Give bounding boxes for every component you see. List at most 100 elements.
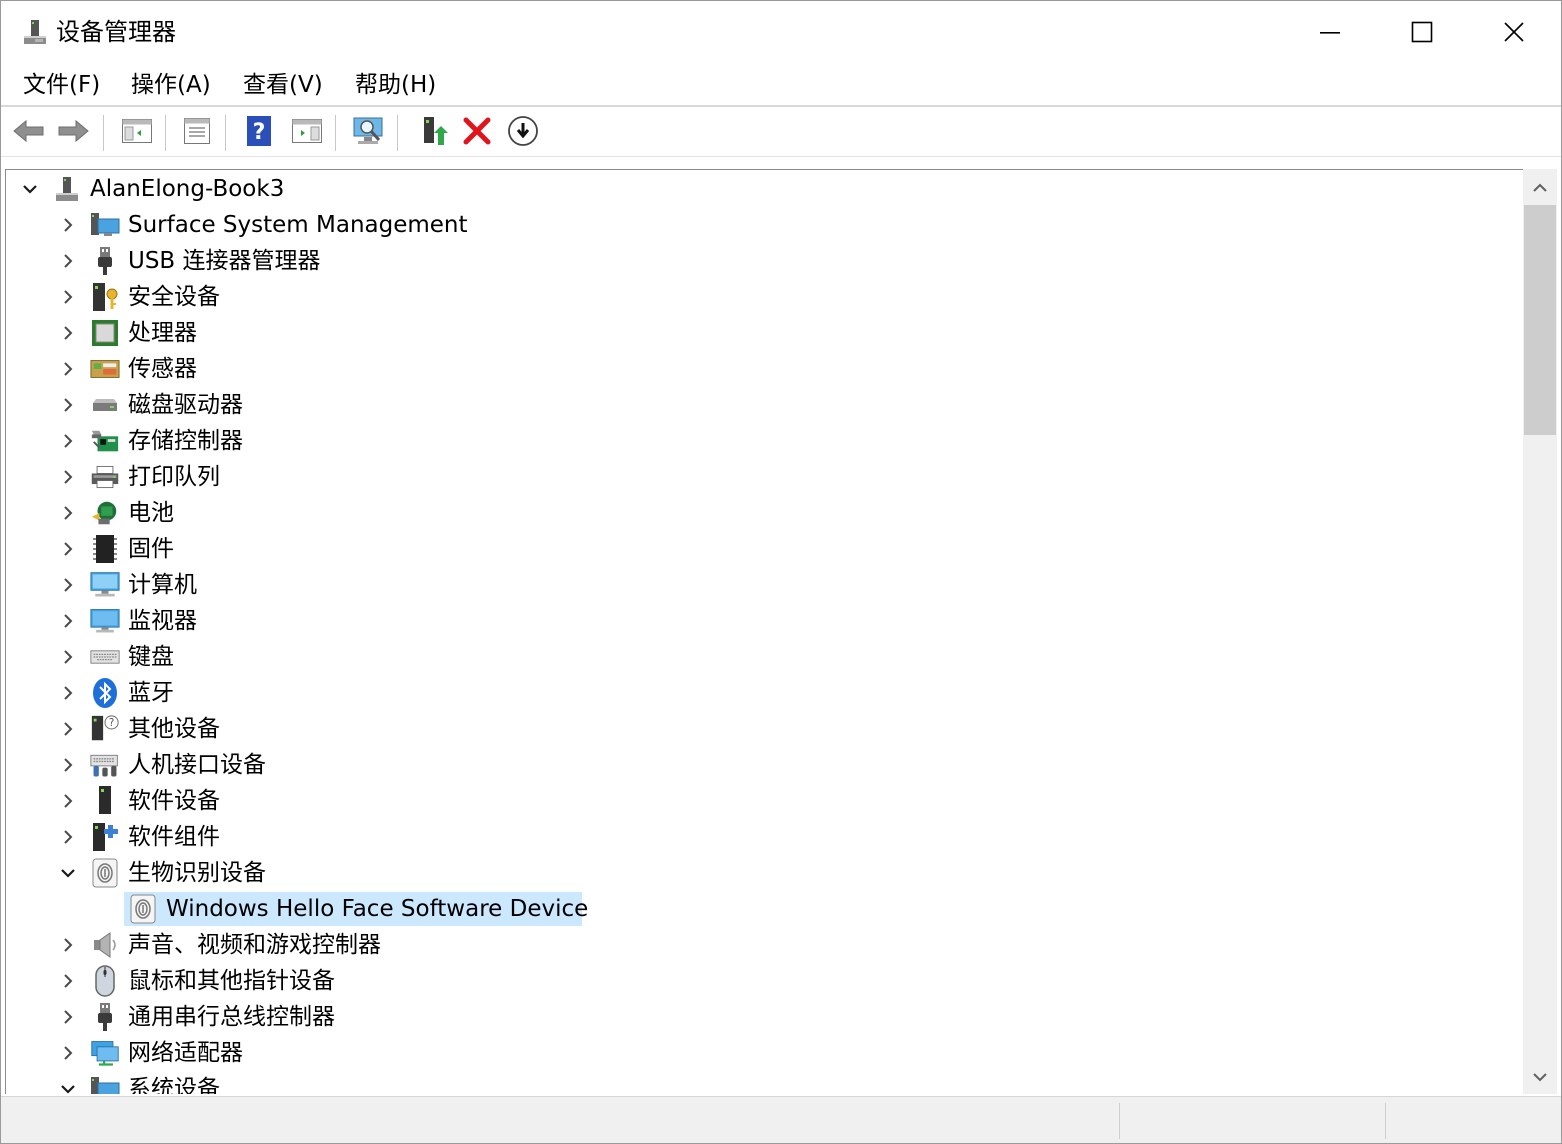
scrollbar-thumb[interactable] [1524, 205, 1556, 435]
tree-category[interactable]: 磁盘驱动器 [6, 387, 1523, 423]
storage-controller-icon [90, 426, 120, 456]
tree-node-label: 系统设备 [128, 1076, 220, 1094]
tree-category[interactable]: 蓝牙 [6, 675, 1523, 711]
console-tree-button[interactable] [119, 115, 155, 151]
expand-chevron-icon[interactable] [54, 427, 82, 455]
menu-bar: 文件(F) 操作(A) 查看(V) 帮助(H) [1, 63, 1561, 107]
toolbar: ? [1, 109, 1561, 157]
tree-category[interactable]: 鼠标和其他指针设备 [6, 963, 1523, 999]
expand-chevron-icon[interactable] [54, 211, 82, 239]
tree-node-label: 监视器 [128, 608, 197, 634]
tree-device-item[interactable]: Windows Hello Face Software Device [6, 891, 1523, 927]
tree-category[interactable]: 网络适配器 [6, 1035, 1523, 1071]
collapse-chevron-icon[interactable] [54, 859, 82, 887]
menu-file[interactable]: 文件(F) [19, 69, 104, 101]
menu-help[interactable]: 帮助(H) [351, 69, 440, 101]
tree-category[interactable]: 计算机 [6, 567, 1523, 603]
tree-node-label: 处理器 [128, 320, 197, 346]
scan-hardware-button[interactable] [351, 115, 387, 151]
collapse-chevron-icon[interactable] [54, 1075, 82, 1094]
help-button[interactable]: ? [241, 115, 277, 151]
status-divider [1119, 1103, 1120, 1139]
expand-chevron-icon[interactable] [54, 283, 82, 311]
expand-chevron-icon[interactable] [54, 967, 82, 995]
tree-category[interactable]: USB 连接器管理器 [6, 243, 1523, 279]
minimize-button[interactable] [1284, 1, 1376, 63]
svg-text:?: ? [253, 120, 266, 145]
expand-chevron-icon[interactable] [54, 823, 82, 851]
status-bar [1, 1096, 1561, 1143]
tree-category[interactable]: Surface System Management [6, 207, 1523, 243]
uninstall-device-button[interactable] [459, 115, 495, 151]
tree-category[interactable]: 监视器 [6, 603, 1523, 639]
expand-chevron-icon[interactable] [54, 355, 82, 383]
tree-category[interactable]: 传感器 [6, 351, 1523, 387]
expand-chevron-icon[interactable] [54, 247, 82, 275]
expand-chevron-icon[interactable] [54, 751, 82, 779]
menu-action[interactable]: 操作(A) [127, 69, 215, 101]
collapse-chevron-icon[interactable] [16, 175, 44, 203]
tree-category[interactable]: 生物识别设备 [6, 855, 1523, 891]
tree-node-label: 生物识别设备 [128, 860, 266, 886]
expand-chevron-icon[interactable] [54, 1039, 82, 1067]
tree-category[interactable]: 声音、视频和游戏控制器 [6, 927, 1523, 963]
action-pane-button[interactable] [289, 115, 325, 151]
expand-chevron-icon[interactable] [54, 535, 82, 563]
tree-node-label: 其他设备 [128, 716, 220, 742]
expand-chevron-icon[interactable] [54, 679, 82, 707]
back-button[interactable] [11, 115, 47, 151]
tree-category[interactable]: 固件 [6, 531, 1523, 567]
properties-button[interactable] [179, 115, 215, 151]
expand-chevron-icon[interactable] [54, 1003, 82, 1031]
battery-icon [90, 498, 120, 528]
tree-category[interactable]: ? 其他设备 [6, 711, 1523, 747]
tree-category[interactable]: 软件组件 [6, 819, 1523, 855]
tree-category[interactable]: 键盘 [6, 639, 1523, 675]
expand-chevron-icon[interactable] [54, 643, 82, 671]
svg-text:?: ? [109, 717, 114, 729]
tree-node-label: 存储控制器 [128, 428, 243, 454]
expand-chevron-icon[interactable] [54, 607, 82, 635]
forward-button[interactable] [55, 115, 91, 151]
tree-category[interactable]: 人机接口设备 [6, 747, 1523, 783]
expand-chevron-icon[interactable] [54, 787, 82, 815]
expand-chevron-icon[interactable] [54, 715, 82, 743]
expand-chevron-icon[interactable] [54, 463, 82, 491]
title-bar: 设备管理器 [1, 1, 1561, 63]
expand-chevron-icon[interactable] [54, 499, 82, 527]
tree-category[interactable]: 电池 [6, 495, 1523, 531]
hid-icon [90, 750, 120, 780]
tree-node-label: 计算机 [128, 572, 197, 598]
menu-view[interactable]: 查看(V) [239, 69, 327, 101]
tree-category[interactable]: 打印队列 [6, 459, 1523, 495]
expand-chevron-icon[interactable] [54, 571, 82, 599]
tree-category[interactable]: 存储控制器 [6, 423, 1523, 459]
tree-node-label: 打印队列 [128, 464, 220, 490]
scroll-up-button[interactable] [1523, 169, 1557, 205]
tree-node-label: 软件组件 [128, 824, 220, 850]
tree-node-label: 固件 [128, 536, 174, 562]
update-driver-button[interactable] [415, 115, 451, 151]
tree-node-label: 网络适配器 [128, 1040, 243, 1066]
tree-category[interactable]: 软件设备 [6, 783, 1523, 819]
expand-chevron-icon[interactable] [54, 391, 82, 419]
maximize-button[interactable] [1376, 1, 1468, 63]
toolbar-separator [397, 115, 398, 151]
tree-root-computer[interactable]: AlanElong-Book3 [6, 171, 1523, 207]
security-device-icon [90, 282, 120, 312]
expand-chevron-icon[interactable] [54, 931, 82, 959]
tree-category[interactable]: 系统设备 [6, 1071, 1523, 1094]
close-button[interactable] [1468, 1, 1560, 63]
tree-category[interactable]: 处理器 [6, 315, 1523, 351]
tree-node-label: 电池 [128, 500, 174, 526]
usb-connector-icon [90, 246, 120, 276]
disable-device-button[interactable] [505, 115, 541, 151]
scroll-down-button[interactable] [1523, 1058, 1557, 1094]
vertical-scrollbar[interactable] [1523, 169, 1557, 1094]
tree-node-label: 人机接口设备 [128, 752, 266, 778]
tree-node-label: 通用串行总线控制器 [128, 1004, 335, 1030]
network-adapter-icon [90, 1038, 120, 1068]
tree-category[interactable]: 安全设备 [6, 279, 1523, 315]
tree-category[interactable]: 通用串行总线控制器 [6, 999, 1523, 1035]
expand-chevron-icon[interactable] [54, 319, 82, 347]
